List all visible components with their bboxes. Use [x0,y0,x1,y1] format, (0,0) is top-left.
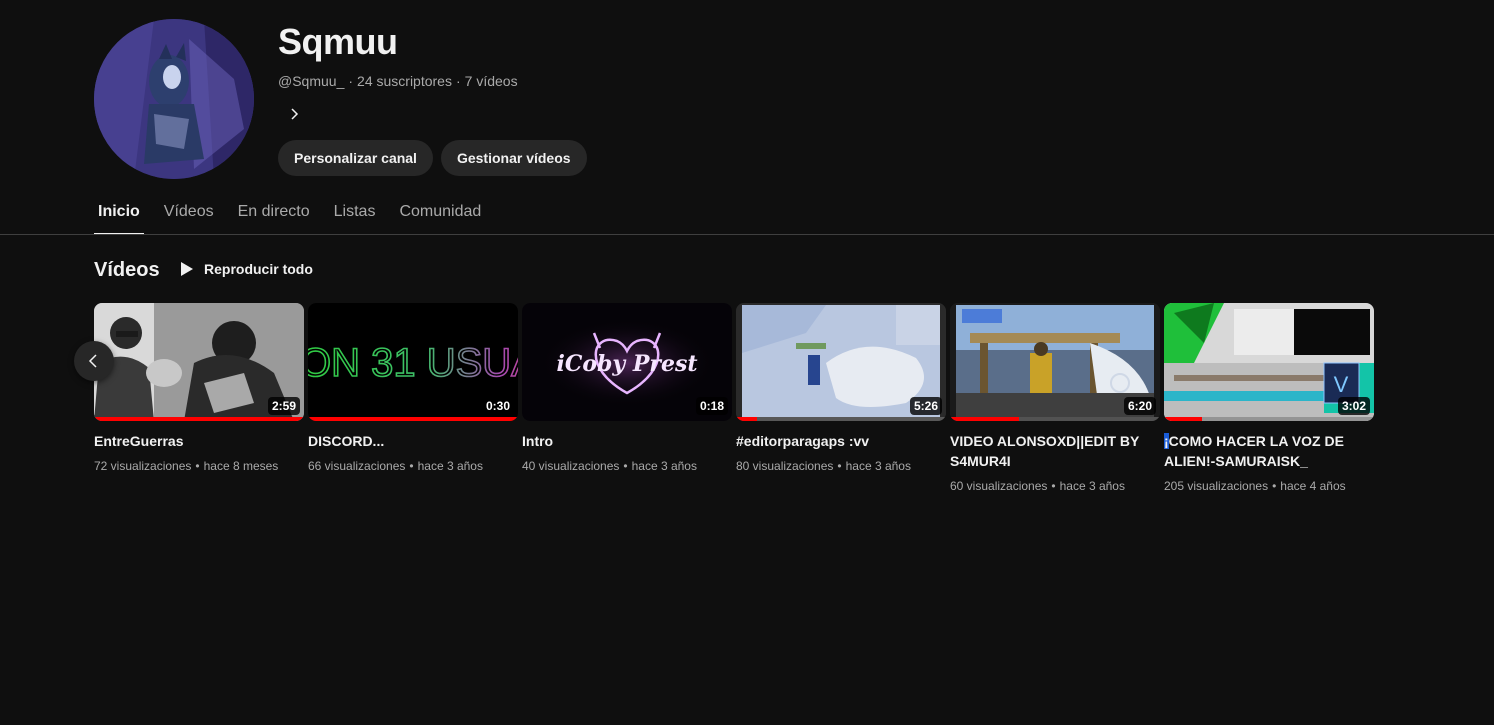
video-views: 60 visualizaciones [950,479,1048,493]
video-duration: 2:59 [267,397,300,415]
chevron-left-icon [88,354,97,368]
video-title-text: COMO HACER LA VOZ DE ALIEN!-SAMURAISK_ [1164,433,1344,469]
tab-community[interactable]: Comunidad [395,190,485,234]
video-age: hace 3 años [845,459,911,473]
play-icon [181,262,193,276]
section-title[interactable]: Vídeos [94,256,160,284]
dot-separator: • [1051,479,1056,493]
customize-channel-button[interactable]: Personalizar canal [278,140,433,176]
carousel-previous-button[interactable] [74,341,114,381]
watch-progress-fill [950,417,1020,421]
watch-progress [736,417,946,421]
video-age: hace 8 meses [203,459,279,473]
tab-home[interactable]: Inicio [94,190,144,235]
video-thumbnail[interactable]: iCoby Prest 0:18 [522,303,732,421]
video-views: 205 visualizaciones [1164,479,1269,493]
video-meta: 72 visualizaciones • hace 8 meses [94,457,304,475]
dot-separator: • [409,459,414,473]
video-title[interactable]: VIDEO ALONSOXD||EDIT BY S4MUR4I [950,431,1150,471]
video-thumbnail[interactable]: 2:59 [94,303,304,421]
video-age: hace 3 años [1059,479,1125,493]
video-meta: 80 visualizaciones • hace 3 años [736,457,946,475]
video-thumbnail[interactable]: ON 31 USUARIO 0:30 [308,303,518,421]
tabs-divider [0,234,1494,235]
video-title[interactable]: Intro [522,431,722,451]
avatar-image [94,19,254,179]
video-age: hace 3 años [631,459,697,473]
video-views: 40 visualizaciones [522,459,620,473]
tab-videos[interactable]: Vídeos [160,190,218,234]
video-duration: 5:26 [909,397,942,415]
watch-progress-fill [736,417,757,421]
watch-progress [1164,417,1374,421]
watch-progress-fill [1164,417,1202,421]
channel-tabs: Inicio Vídeos En directo Listas Comunida… [94,190,501,235]
watch-progress-fill [308,417,518,421]
dot-separator: • [1272,479,1277,493]
channel-name: Sqmuu [278,21,398,62]
watch-progress-fill [94,417,304,421]
more-info-button[interactable] [280,100,308,128]
video-meta: 40 visualizaciones • hace 3 años [522,457,732,475]
video-meta: 60 visualizaciones • hace 3 años [950,477,1160,495]
meta-separator: · [455,73,461,89]
video-duration: 6:20 [1123,397,1156,415]
video-thumbnail[interactable]: 6:20 [950,303,1160,421]
subscriber-count: 24 suscriptores [357,73,452,89]
watch-progress [308,417,518,421]
channel-handle: @Sqmuu_ [278,73,345,89]
video-title[interactable]: ¡COMO HACER LA VOZ DE ALIEN!-SAMURAISK_ [1164,431,1364,471]
video-card[interactable]: ON 31 USUARIO 0:30 DISCORD... 66 visuali… [308,303,518,475]
channel-page: Sqmuu @Sqmuu_ · 24 suscriptores · 7 vídeos P… [0,0,1494,725]
video-card[interactable]: iCoby Prest 0:18 Intro 40 visualizacione… [522,303,732,475]
thumbnail-text: ON 31 USUARIO [308,341,518,385]
dot-separator: • [195,459,200,473]
play-all-button[interactable]: Reproducir todo [172,252,321,286]
manage-videos-button[interactable]: Gestionar vídeos [440,140,587,176]
play-all-label: Reproducir todo [204,261,313,277]
video-card[interactable]: 6:20 VIDEO ALONSOXD||EDIT BY S4MUR4I 60 … [950,303,1160,495]
video-thumbnail[interactable]: 5:26 [736,303,946,421]
video-duration: 3:02 [1337,397,1370,415]
video-thumbnail[interactable]: V 3:02 [1164,303,1374,421]
video-age: hace 3 años [417,459,483,473]
video-title[interactable]: DISCORD... [308,431,508,451]
thumbnail-text: iCoby Prest [556,351,697,377]
video-title[interactable]: EntreGuerras [94,431,294,451]
video-title[interactable]: #editorparagaps :vv [736,431,936,451]
video-card[interactable]: 5:26 #editorparagaps :vv 80 visualizacio… [736,303,946,475]
video-meta: 205 visualizaciones • hace 4 años [1164,477,1374,495]
video-count: 7 vídeos [464,73,518,89]
tab-playlists[interactable]: Listas [330,190,380,234]
video-meta: 66 visualizaciones • hace 3 años [308,457,518,475]
channel-actions: Personalizar canal Gestionar vídeos [278,140,587,176]
channel-meta: @Sqmuu_ · 24 suscriptores · 7 vídeos [278,72,518,90]
watch-progress [94,417,304,421]
dot-separator: • [837,459,842,473]
video-card[interactable]: 2:59 EntreGuerras 72 visualizaciones • hac… [94,303,304,475]
video-duration: 0:18 [695,397,728,415]
chevron-right-icon [291,108,299,120]
video-views: 80 visualizaciones [736,459,834,473]
video-card[interactable]: V 3:02 ¡COMO HACER LA VOZ DE ALIEN!-SAMU… [1164,303,1374,495]
video-views: 72 visualizaciones [94,459,192,473]
video-views: 66 visualizaciones [308,459,406,473]
dot-separator: • [623,459,628,473]
tab-live[interactable]: En directo [234,190,314,234]
video-age: hace 4 años [1280,479,1346,493]
watch-progress [950,417,1160,421]
video-duration: 0:30 [481,397,514,415]
channel-avatar[interactable] [94,19,254,179]
thumbnail-text: V [1334,372,1349,397]
meta-separator: · [348,73,354,89]
